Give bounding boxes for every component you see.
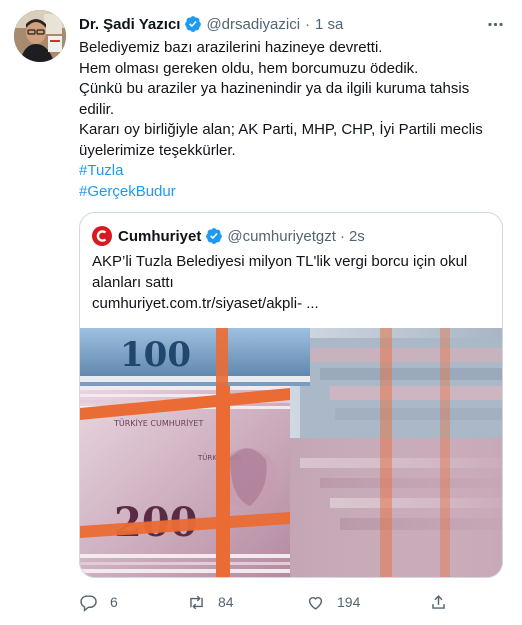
heart-icon (308, 596, 323, 610)
tweet-text-line: Kararı oy birliğiyle alan; AK Parti, MHP… (79, 121, 483, 138)
retweet-count: 84 (218, 594, 234, 610)
hashtag-link[interactable]: #Tuzla (79, 161, 499, 182)
avatar[interactable] (14, 10, 66, 62)
quoted-link[interactable]: cumhuriyet.com.tr/siyaset/akpli- ... (92, 293, 492, 314)
author-handle[interactable]: @drsadiyazici (206, 16, 300, 33)
tweet-text: Belediyemiz bazı arazilerini hazineye de… (79, 38, 499, 202)
verified-badge-icon (206, 228, 223, 244)
reply-count: 6 (110, 594, 118, 610)
reply-icon (80, 594, 97, 612)
tweet-actions: 6 84 194 (79, 590, 459, 614)
quoted-timestamp[interactable]: 2s (349, 228, 365, 245)
share-button[interactable] (429, 590, 448, 614)
retweet-icon (190, 595, 203, 609)
like-button[interactable]: 194 (306, 590, 360, 614)
retweet-button[interactable]: 84 (187, 590, 234, 614)
banknote-bank-text: TÜRKİYE CUMHURİYET (113, 418, 203, 428)
quoted-text-line: AKP’li Tuzla Belediyesi milyon TL'lik ve… (92, 253, 468, 270)
share-icon (432, 594, 445, 609)
banknotes-image[interactable]: 100 TÜRKİYE CUMHURİYET TÜRK LİRASI 200 (80, 328, 502, 577)
quoted-text-line: alanları sattı (92, 274, 174, 291)
quoted-tweet-text: AKP’li Tuzla Belediyesi milyon TL'lik ve… (92, 251, 492, 314)
like-count: 194 (337, 594, 361, 610)
author-name[interactable]: Dr. Şadi Yazıcı (79, 16, 180, 33)
verified-badge-icon (185, 16, 202, 32)
quoted-author-name[interactable]: Cumhuriyet (118, 228, 201, 245)
separator-dot: · (339, 227, 345, 245)
separator-dot: · (305, 15, 311, 33)
hashtag-link[interactable]: #GerçekBudur (79, 182, 499, 203)
quoted-author-handle[interactable]: @cumhuriyetgzt (227, 228, 336, 245)
tweet-timestamp[interactable]: 1 sa (315, 16, 343, 33)
tweet-text-line: edilir. (79, 100, 115, 118)
quoted-tweet[interactable]: Cumhuriyet @cumhuriyetgzt · 2s AKP’li Tu… (79, 212, 503, 578)
more-options-icon[interactable] (484, 14, 506, 34)
tweet[interactable]: Dr. Şadi Yazıcı @drsadiyazici · 1 sa Bel… (0, 0, 522, 625)
tweet-header: Dr. Şadi Yazıcı @drsadiyazici · 1 sa (79, 14, 343, 34)
tweet-text-line: üyelerimize teşekkürler. (79, 141, 236, 159)
cumhuriyet-logo-icon[interactable] (92, 226, 112, 246)
quoted-tweet-header: Cumhuriyet @cumhuriyetgzt · 2s (92, 225, 365, 247)
tweet-text-line: Belediyemiz bazı arazilerini hazineye de… (79, 39, 383, 56)
tweet-text-line: Çünkü bu araziler ya hazinenindir ya da … (79, 80, 470, 97)
banknote-value-top: 100 (120, 335, 191, 375)
reply-button[interactable]: 6 (79, 590, 118, 614)
tweet-text-line: Hem olması gereken oldu, hem borcumuzu ö… (79, 59, 419, 77)
